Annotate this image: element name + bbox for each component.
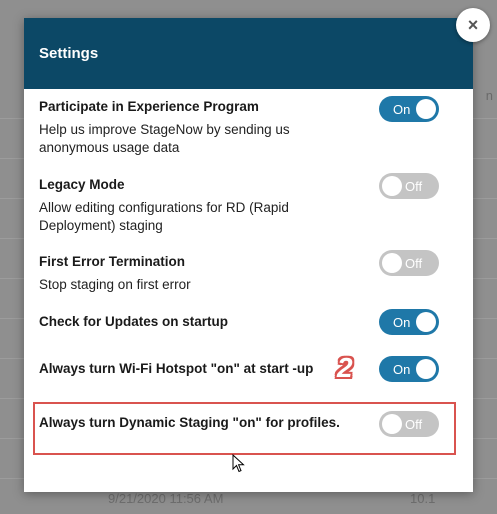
check-for-updates-toggle[interactable]: On [379, 309, 439, 335]
background-row-version: 10.1 [410, 491, 436, 506]
experience-program-toggle[interactable]: On [379, 96, 439, 122]
toggle-knob [382, 176, 402, 196]
toggle-label: Off [405, 255, 423, 271]
close-button[interactable]: × [456, 8, 490, 42]
highlight-box [33, 402, 456, 455]
background-column-header: n [485, 88, 493, 103]
toggle-label: Off [405, 178, 423, 194]
wifi-hotspot-toggle[interactable]: On [379, 356, 439, 382]
toggle-knob [416, 312, 436, 332]
close-icon: × [467, 14, 479, 35]
toggle-label: On [393, 101, 411, 117]
dialog-title: Settings [39, 45, 99, 62]
toggle-knob [416, 99, 436, 119]
legacy-mode-toggle[interactable]: Off [379, 173, 439, 199]
toggle-label: On [393, 314, 411, 330]
mouse-cursor-icon [232, 454, 245, 473]
setting-description: Allow editing configurations for RD (Rap… [39, 200, 289, 233]
toggle-label: On [393, 361, 411, 377]
step-number-badge: 2 [337, 352, 353, 383]
toggle-knob [382, 253, 402, 273]
first-error-termination-toggle[interactable]: Off [379, 250, 439, 276]
dialog-header: Settings [24, 18, 473, 89]
background-row-date: 9/21/2020 11:56 AM [108, 491, 224, 506]
toggle-knob [416, 359, 436, 379]
setting-description: Help us improve StageNow by sending us a… [39, 122, 290, 155]
setting-description: Stop staging on first error [39, 277, 191, 292]
